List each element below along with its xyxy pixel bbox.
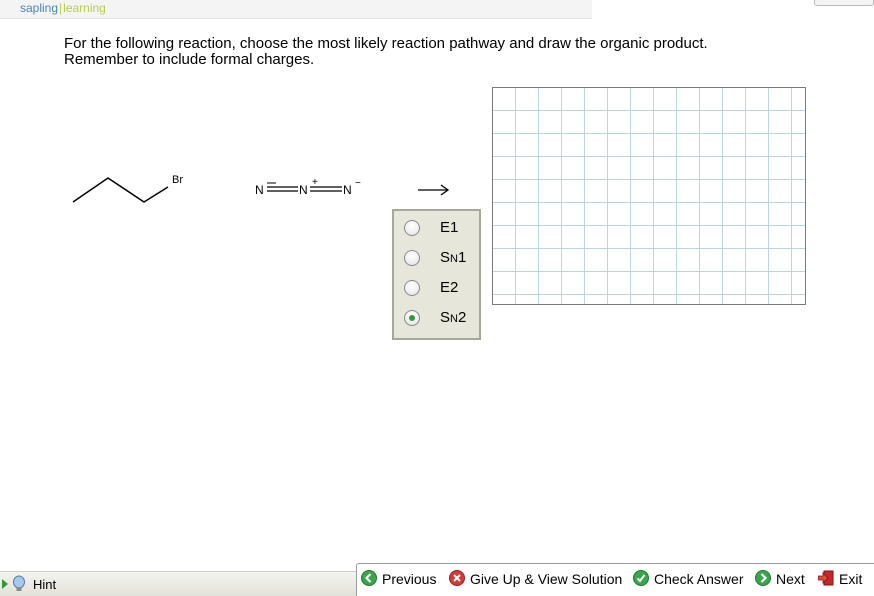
sapling-learning-logo: sapling|learning [20,0,106,16]
pathway-options-panel: E1 SN1 E2 SN2 [392,209,481,340]
check-icon [633,570,649,586]
option-sn1[interactable]: SN1 [402,247,480,271]
azide-n3: N [343,183,352,197]
option-sn2-label: SN2 [440,309,466,328]
radio-selected-dot [409,315,415,321]
navigation-bar: Previous Give Up & View Solution Check A… [356,563,874,596]
radio-e1[interactable] [404,220,420,236]
carbon-chain [72,177,169,203]
option-e2[interactable]: E2 [402,277,480,301]
radio-e2[interactable] [404,280,420,296]
give-up-label: Give Up & View Solution [470,571,623,587]
logo-part2: learning [63,1,106,15]
radio-sn1[interactable] [404,250,420,266]
give-up-x-icon [449,570,465,586]
azide-n1: N [255,183,264,197]
radio-sn2[interactable] [404,310,420,326]
option-e1-label: E1 [440,219,458,237]
option-sn1-label: SN1 [440,249,466,268]
drawing-canvas[interactable] [492,87,806,305]
next-label: Next [776,571,805,587]
reaction-arrow [418,184,450,196]
expand-triangle-icon [2,579,8,589]
check-answer-label: Check Answer [654,571,744,587]
logo-separator: | [59,1,63,15]
option-e1-text: E1 [440,219,459,236]
logo-part1: sapling [20,1,59,15]
lightbulb-icon [13,575,25,591]
option-sn1-tail: 1 [457,249,467,266]
option-sn2-main: S [440,309,451,326]
bromopropane-structure: Br [72,174,183,203]
question-line-2: Remember to include formal charges. [64,51,315,68]
exit-label: Exit [839,571,863,587]
option-sn1-sub: N [450,253,458,265]
hint-label: Hint [33,577,57,592]
azide-structure: N N + N − [255,177,361,197]
option-sn1-main: S [440,249,451,266]
exit-door-icon [818,570,834,586]
option-sn2-tail: 2 [457,309,467,326]
question-line-1: For the following reaction, choose the m… [64,35,708,52]
next-arrow-icon [755,570,771,586]
azide-n2: N [299,183,308,197]
option-e2-label: E2 [440,279,458,297]
plus-charge: + [312,177,318,188]
previous-label: Previous [382,571,437,587]
bromine-label: Br [172,174,183,186]
option-e1[interactable]: E1 [402,217,480,241]
question-text: For the following reaction, choose the m… [64,36,824,68]
header-bar: sapling|learning [0,0,592,19]
option-sn2[interactable]: SN2 [402,307,480,331]
option-sn2-sub: N [450,313,458,325]
previous-arrow-icon [361,570,377,586]
minus-charge: − [355,178,361,189]
option-e2-text: E2 [440,279,459,296]
top-right-tab[interactable] [814,0,874,6]
